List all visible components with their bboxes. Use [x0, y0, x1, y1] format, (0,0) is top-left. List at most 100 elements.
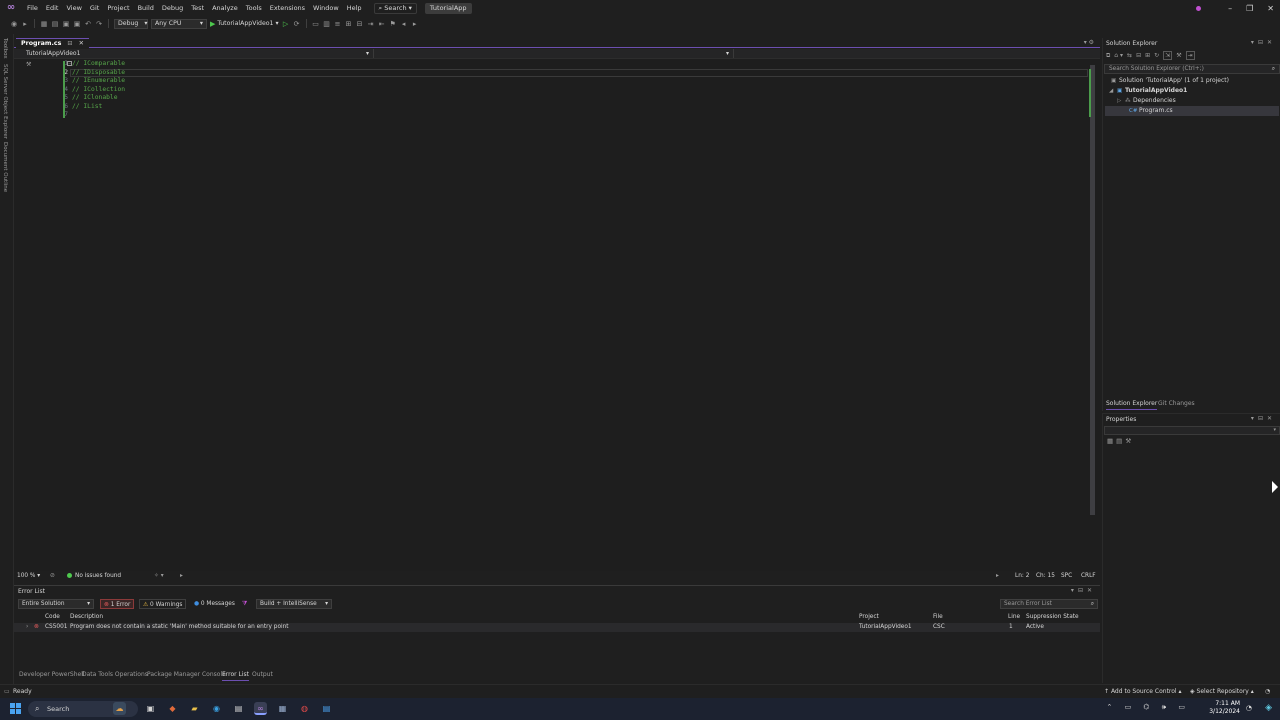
expand-arrow-icon[interactable]: ◢	[1109, 87, 1117, 96]
code-line[interactable]: // IClonable	[72, 94, 118, 103]
type-nav-dropdown[interactable]: ▾	[376, 49, 734, 58]
tree-program-cs[interactable]: C# Program.cs	[1105, 106, 1279, 116]
solution-name-badge[interactable]: TutorialApp	[424, 2, 472, 14]
close-tab-icon[interactable]: ✕	[79, 40, 84, 47]
menu-git[interactable]: Git	[86, 0, 103, 16]
menu-tools[interactable]: Tools	[242, 0, 266, 16]
menu-test[interactable]: Test	[187, 0, 208, 16]
layout-icon[interactable]: ▭	[312, 20, 320, 28]
column-project[interactable]: Project	[859, 613, 879, 622]
comment-icon[interactable]: ⊞	[345, 20, 353, 28]
code-line[interactable]: // IList	[72, 103, 102, 112]
tab-data-tools-operations[interactable]: Data Tools Operations	[82, 670, 148, 680]
column-file[interactable]: File	[933, 613, 943, 622]
dropdown-icon[interactable]: ▾	[1251, 415, 1258, 422]
scroll-right-icon[interactable]: ▸	[996, 572, 999, 581]
code-line[interactable]: // IDisposable	[72, 69, 125, 78]
dropdown-icon[interactable]: ▾	[1251, 39, 1258, 46]
tab-solution-explorer[interactable]: Solution Explorer	[1106, 399, 1158, 410]
search-menu-button[interactable]: ⌕ Search ▾	[373, 2, 417, 14]
copilot-icon[interactable]: ◆	[166, 702, 179, 715]
column-indicator[interactable]: Ch: 15	[1036, 572, 1055, 581]
code-line[interactable]: // IComparable	[72, 60, 125, 69]
notifications-icon[interactable]: ◔	[1265, 687, 1270, 697]
refresh-icon[interactable]: ↻	[1154, 52, 1159, 59]
add-to-source-control-button[interactable]: ↑ Add to Source Control ▴	[1104, 687, 1182, 697]
messages-filter-button[interactable]: ● 0 Messages	[191, 599, 238, 609]
visual-studio-taskbar-icon[interactable]: ∞	[254, 702, 267, 715]
close-icon[interactable]: ✕	[1267, 4, 1274, 13]
taskbar-clock[interactable]: 7:11 AM 3/12/2024	[1209, 700, 1240, 716]
collapse-arrow-icon[interactable]: ▷	[1117, 97, 1125, 106]
new-project-icon[interactable]: ▦	[40, 20, 48, 28]
code-cleanup-icon[interactable]: ✧ ▾	[154, 572, 164, 581]
task-view-icon[interactable]: ▣	[144, 702, 157, 715]
dropdown-icon[interactable]: ▾	[1071, 587, 1078, 594]
tab-overflow-icon[interactable]: ▾ ⚙	[1084, 39, 1094, 46]
start-without-debugging-icon[interactable]: ▷	[282, 20, 290, 28]
scrollbar-thumb[interactable]	[1090, 65, 1095, 515]
platform-dropdown[interactable]: Any CPU ▾	[151, 18, 207, 29]
menu-debug[interactable]: Debug	[158, 0, 187, 16]
column-code[interactable]: Code	[45, 613, 60, 622]
pin-icon[interactable]: ⊟	[1258, 415, 1267, 422]
redo-icon[interactable]: ↷	[95, 20, 103, 28]
menu-edit[interactable]: Edit	[42, 0, 63, 16]
tab-error-list[interactable]: Error List	[222, 670, 250, 681]
warnings-filter-button[interactable]: ⚠ 0 Warnings	[139, 599, 187, 609]
uncomment-icon[interactable]: ⊟	[356, 20, 364, 28]
menu-help[interactable]: Help	[343, 0, 366, 16]
minimize-icon[interactable]: –	[1228, 4, 1232, 13]
menu-project[interactable]: Project	[103, 0, 133, 16]
editor-vertical-scrollbar[interactable]	[1089, 59, 1097, 571]
property-pages-icon[interactable]: ⚒	[1125, 437, 1134, 445]
code-line[interactable]: // ICollection	[72, 86, 125, 95]
notification-bell-icon[interactable]: ◔	[1246, 704, 1252, 712]
menu-build[interactable]: Build	[134, 0, 158, 16]
edge-icon[interactable]: ◉	[210, 702, 223, 715]
format-icon[interactable]: ≡	[334, 20, 342, 28]
categorized-icon[interactable]: ▦	[1107, 437, 1116, 445]
forward-icon[interactable]: ▸	[180, 572, 183, 581]
whitespace-indicator[interactable]: SPC	[1061, 572, 1072, 581]
tab-developer-powershell[interactable]: Developer PowerShell	[19, 670, 85, 680]
start-debugging-button[interactable]: ▶ TutorialAppVideo1 ▾	[210, 20, 279, 28]
tab-git-changes[interactable]: Git Changes	[1158, 399, 1195, 409]
sql-server-object-explorer-tab[interactable]: SQL Server Object Explorer	[2, 64, 8, 139]
code-editor[interactable]: ⚒ 1 2 3 4 5 6 7 − // IComparable // IDis…	[14, 59, 1100, 571]
pin-icon[interactable]: ⊟	[1078, 587, 1087, 594]
tree-solution[interactable]: ▣ Solution 'TutorialApp' (1 of 1 project)	[1111, 76, 1229, 86]
table-row[interactable]: › ⊗ CS5001 Program does not contain a st…	[14, 623, 1100, 632]
properties-object-dropdown[interactable]: ▾	[1104, 426, 1280, 435]
next-bookmark-icon[interactable]: ▸	[411, 20, 419, 28]
configuration-dropdown[interactable]: Debug ▾	[114, 18, 148, 29]
file-explorer-icon[interactable]: ▰	[188, 702, 201, 715]
quick-actions-icon[interactable]: ⚒	[26, 61, 31, 68]
column-description[interactable]: Description	[70, 613, 103, 622]
save-all-icon[interactable]: ▣	[73, 20, 81, 28]
menu-extensions[interactable]: Extensions	[266, 0, 309, 16]
restore-icon[interactable]: ❐	[1246, 4, 1253, 13]
widgets-icon[interactable]: ☁	[113, 702, 126, 715]
preview-icon[interactable]: ⇥	[1185, 51, 1195, 60]
sync-icon[interactable]: ⧉	[1106, 52, 1110, 60]
tab-output[interactable]: Output	[252, 670, 273, 680]
intellicode-icon[interactable]: ⊘	[50, 572, 55, 581]
save-icon[interactable]: ▣	[62, 20, 70, 28]
store-icon[interactable]: ▤	[232, 702, 245, 715]
issues-indicator[interactable]: No issues found	[67, 572, 121, 581]
close-icon[interactable]: ✕	[1087, 587, 1096, 594]
prev-bookmark-icon[interactable]: ◂	[400, 20, 408, 28]
zoom-dropdown[interactable]: 100 % ▾	[17, 572, 40, 581]
hot-reload-icon[interactable]: ⟳	[293, 20, 301, 28]
app-icon[interactable]: ▦	[276, 702, 289, 715]
close-icon[interactable]: ✕	[1267, 39, 1276, 46]
switch-views-icon[interactable]: ⇆	[1127, 52, 1132, 59]
home-icon[interactable]: ⌂ ▾	[1114, 52, 1123, 59]
account-icon[interactable]	[1196, 6, 1201, 11]
undo-icon[interactable]: ↶	[84, 20, 92, 28]
pin-icon[interactable]: ⊟	[67, 40, 72, 47]
tree-project[interactable]: ◢ ▣ TutorialAppVideo1	[1109, 86, 1187, 96]
select-repository-button[interactable]: ◈ Select Repository ▴	[1190, 687, 1254, 697]
solution-explorer-search-input[interactable]: Search Solution Explorer (Ctrl+;) ⌕	[1104, 64, 1280, 74]
